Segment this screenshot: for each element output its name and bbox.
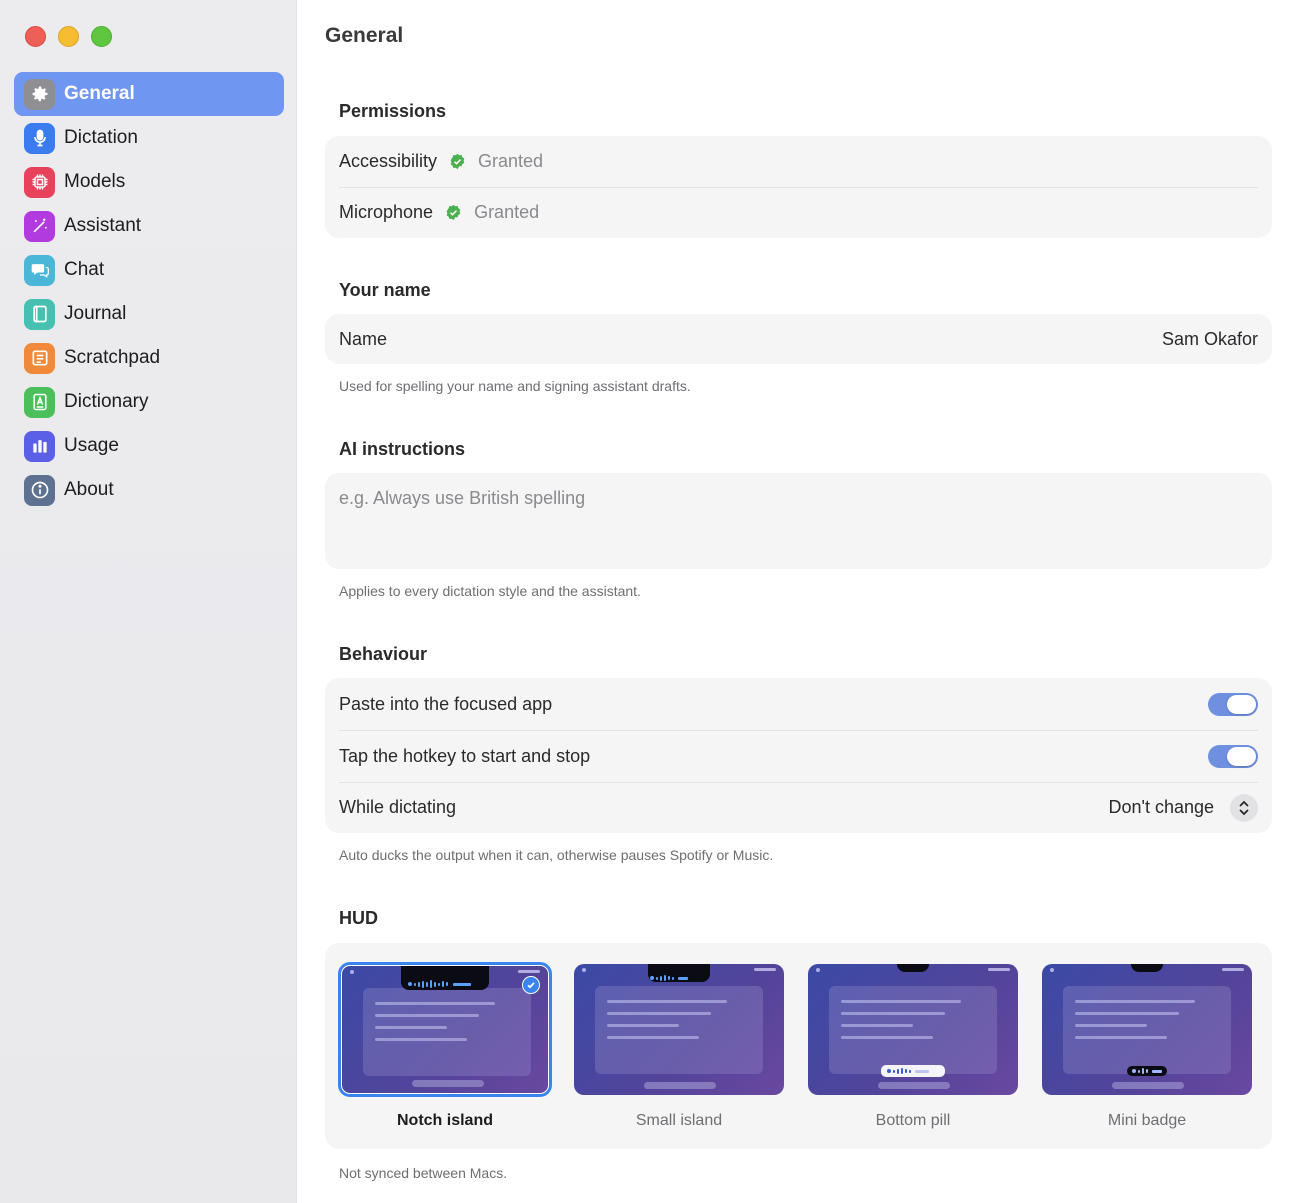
sidebar-item-about[interactable]: About [14,468,284,512]
sidebar-item-label: Chat [64,259,105,280]
sidebar-item-label: General [64,83,135,104]
hud-options: Notch island Small island Bottom pill Mi… [338,962,1252,1130]
tap-hotkey-toggle[interactable] [1208,744,1258,768]
sidebar-item-label: Dictation [64,127,138,148]
name-card: Name Sam Okafor [325,314,1272,364]
sidebar-item-journal[interactable]: Journal [14,292,284,336]
info-icon [24,474,55,506]
microphone-icon [24,122,55,154]
behaviour-card: Paste into the focused app Tap the hotke… [325,678,1272,833]
paste-label: Paste into the focused app [339,693,553,714]
sidebar-item-dictionary[interactable]: Dictionary [14,380,284,424]
hud-option-label: Notch island [396,1112,493,1129]
permissions-heading: Permissions [339,101,447,121]
close-window-button[interactable] [25,26,46,47]
book-icon [24,298,55,330]
waveform-icon [650,975,688,981]
permission-row-accessibility: Accessibility Granted [325,136,1272,187]
permission-label: Accessibility [339,151,438,171]
sidebar-item-label: Scratchpad [64,347,161,368]
sidebar-item-label: Journal [64,303,127,324]
sidebar-nav: General Dictation Models Assistant Chat … [14,72,284,512]
ai-instructions-note: Applies to every dictation style and the… [339,583,641,599]
bar-chart-icon [24,430,55,462]
hud-card: Notch island Small island Bottom pill Mi… [325,943,1272,1149]
name-row[interactable]: Name Sam Okafor [325,314,1272,364]
dictionary-icon [24,386,55,418]
permissions-card: Accessibility Granted Microphone Granted [325,136,1272,238]
sidebar-item-dictation[interactable]: Dictation [14,116,284,160]
minimize-window-button[interactable] [58,26,79,47]
behaviour-note: Auto ducks the output when it can, other… [339,847,774,863]
name-note: Used for spelling your name and signing … [339,378,691,394]
sidebar-item-scratchpad[interactable]: Scratchpad [14,336,284,380]
gear-icon [24,78,55,110]
hud-preview [808,964,1018,1095]
chat-bubbles-icon [24,254,55,286]
hud-option-notch-island[interactable]: Notch island [338,962,552,1130]
waveform-icon [1127,1066,1167,1076]
tap-hotkey-label: Tap the hotkey to start and stop [339,745,591,766]
tap-hotkey-row: Tap the hotkey to start and stop [325,730,1272,782]
permission-status: Granted [478,151,544,171]
window-controls [25,26,112,47]
sidebar-item-chat[interactable]: Chat [14,248,284,292]
sidebar-item-label: Usage [64,435,119,456]
sidebar-item-general[interactable]: General [14,72,284,116]
hud-option-label: Bottom pill [875,1112,951,1129]
waveform-icon [881,1065,945,1077]
paste-row: Paste into the focused app [325,678,1272,730]
sidebar-item-label: Assistant [64,215,142,236]
sidebar-item-label: About [64,479,114,500]
checkmark-seal-icon [450,153,465,170]
while-dictating-label: While dictating [339,797,457,817]
sidebar-item-models[interactable]: Models [14,160,284,204]
chevron-up-down-icon [1230,793,1258,822]
permission-status: Granted [474,202,540,222]
while-dictating-row: While dictating Don't change [325,782,1272,833]
while-dictating-value: Don't change [1108,797,1214,817]
name-label: Name [339,328,388,349]
ai-instructions-input[interactable]: e.g. Always use British spelling [325,473,1272,569]
checkmark-icon [522,976,540,994]
settings-main: General Permissions Accessibility Grante… [297,0,1300,1203]
hud-preview [338,962,552,1097]
sidebar-item-usage[interactable]: Usage [14,424,284,468]
cpu-chip-icon [24,166,55,198]
notepad-icon [24,342,55,374]
sidebar-item-label: Models [64,171,126,192]
waveform-icon [408,980,471,988]
permission-row-microphone: Microphone Granted [325,187,1272,238]
sidebar: General Dictation Models Assistant Chat … [0,0,297,1203]
permission-label: Microphone [339,202,434,222]
hud-preview [1042,964,1252,1095]
sidebar-item-assistant[interactable]: Assistant [14,204,284,248]
your-name-heading: Your name [339,280,431,300]
settings-window: General Dictation Models Assistant Chat … [0,0,1300,1203]
hud-preview [574,964,784,1095]
ai-instructions-heading: AI instructions [339,439,466,459]
hud-option-small-island[interactable]: Small island [574,964,784,1130]
hud-note: Not synced between Macs. [339,1165,508,1181]
checkmark-seal-icon [446,204,461,221]
paste-toggle[interactable] [1208,692,1258,716]
page-title: General [325,24,404,47]
hud-option-bottom-pill[interactable]: Bottom pill [808,964,1018,1130]
while-dictating-select[interactable]: Don't change [1108,793,1258,822]
name-field[interactable]: Sam Okafor [1162,329,1258,350]
behaviour-heading: Behaviour [339,644,428,664]
magic-wand-icon [24,210,55,242]
hud-option-label: Mini badge [1107,1112,1187,1129]
zoom-window-button[interactable] [91,26,112,47]
hud-heading: HUD [339,908,378,928]
sidebar-item-label: Dictionary [64,391,149,412]
hud-option-mini-badge[interactable]: Mini badge [1042,964,1252,1130]
hud-option-label: Small island [635,1112,723,1129]
